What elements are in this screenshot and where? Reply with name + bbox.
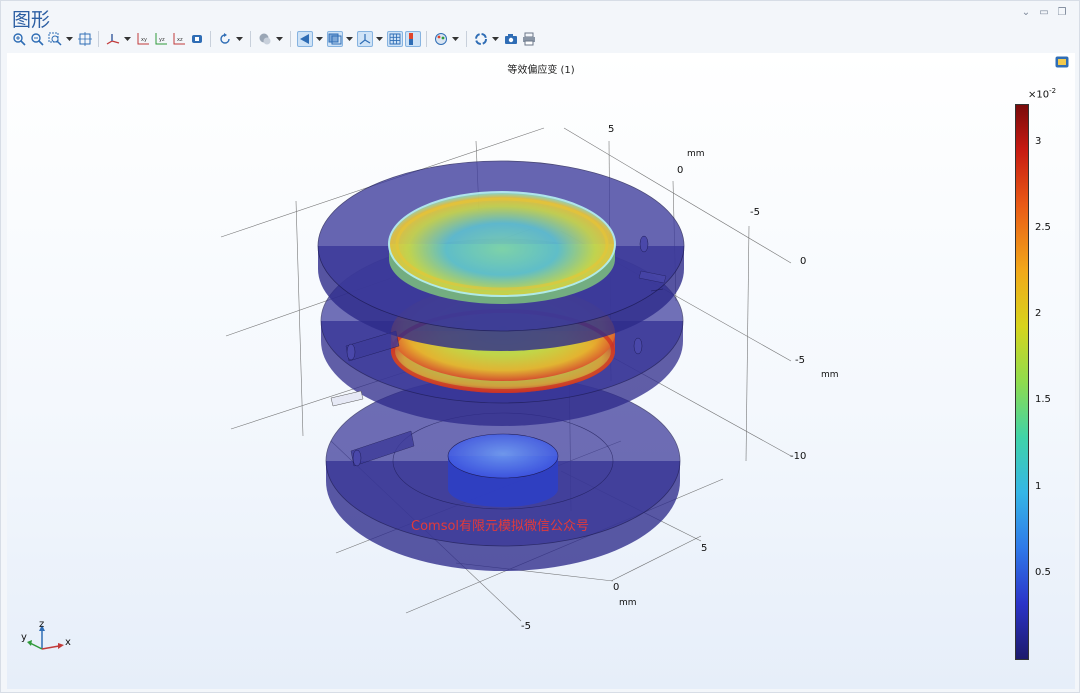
triad-z-label: z xyxy=(39,619,45,630)
z-tick-label: 0 xyxy=(800,256,807,267)
y-tick-label: -5 xyxy=(750,207,760,218)
triad-y-label: y xyxy=(21,632,27,643)
watermark-text: Comsol有限元模拟微信公众号 xyxy=(411,519,590,534)
colorbar-exponent-power: -2 xyxy=(1049,87,1057,95)
colorbar-exponent-base: ×10 xyxy=(1028,89,1050,101)
triad-x-label: x xyxy=(65,637,71,648)
x-tick-label: 0 xyxy=(613,582,620,593)
z-axis-unit: mm xyxy=(821,370,839,380)
y-tick-label: 0 xyxy=(677,165,684,176)
colorbar-tick: 1 xyxy=(1035,481,1042,492)
x-axis-unit: mm xyxy=(619,598,637,608)
color-legend-bar xyxy=(1015,104,1029,660)
graphics-window: 图形 ⌄ ▭ ❐ xy yz xz 等效偏应变 (1) 5 mm 0 -5 0 … xyxy=(0,0,1080,693)
colorbar-tick: 1.5 xyxy=(1035,394,1051,405)
colorbar-tick: 2 xyxy=(1035,308,1042,319)
colorbar-tick: 0.5 xyxy=(1035,567,1051,578)
x-tick-label: -5 xyxy=(521,621,531,632)
z-tick-label: -10 xyxy=(790,451,807,462)
colorbar-tick: 3 xyxy=(1035,136,1042,147)
y-tick-label: 5 xyxy=(608,124,615,135)
colorbar-exponent: ×10-2 xyxy=(1028,87,1056,100)
y-axis-unit: mm xyxy=(687,149,705,159)
z-tick-label: -5 xyxy=(795,355,805,366)
top-disk[interactable] xyxy=(317,160,685,351)
3d-scene[interactable] xyxy=(1,1,1080,694)
colorbar-tick: 2.5 xyxy=(1035,222,1051,233)
x-tick-label: 5 xyxy=(701,543,708,554)
